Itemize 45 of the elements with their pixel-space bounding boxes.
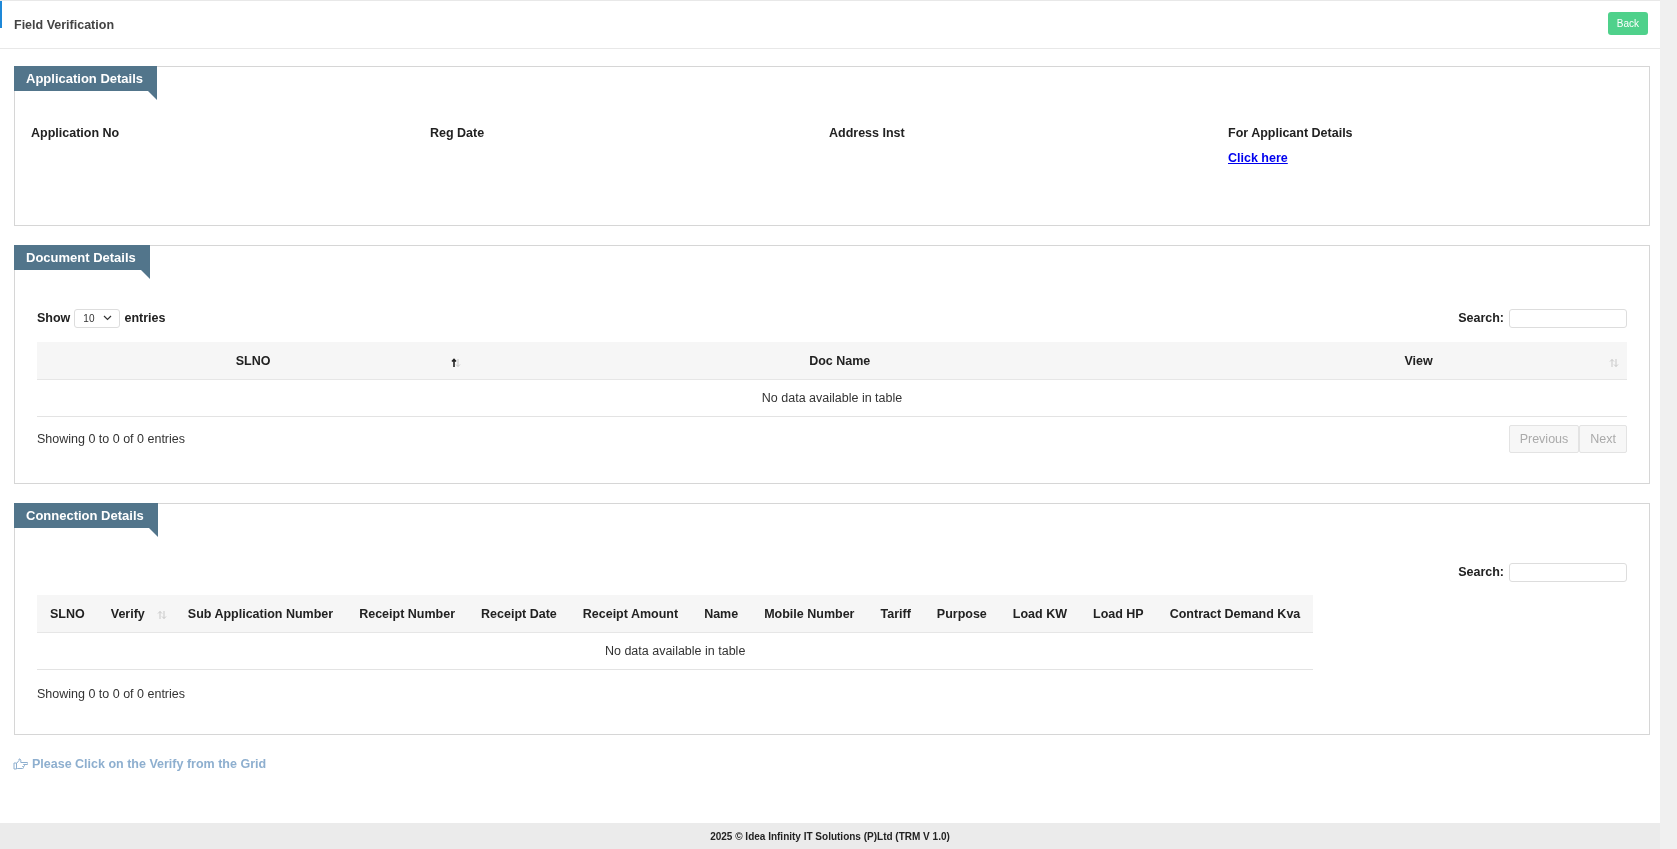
section-title: Connection Details [14,503,158,528]
column-header[interactable]: Receipt Amount [569,595,692,633]
column-header[interactable]: Tariff [867,595,924,633]
empty-table-message: No data available in table [37,632,1314,670]
column-header[interactable]: Name [691,595,752,633]
section-title: Application Details [14,66,158,91]
column-header[interactable]: Receipt Number [346,595,469,633]
column-header[interactable]: Receipt Date [468,595,570,633]
column-header[interactable]: View [1210,342,1627,380]
search-field[interactable] [1509,562,1627,582]
click-here-link[interactable]: Click here [1228,151,1288,165]
column-header[interactable]: Mobile Number [751,595,868,633]
column-header[interactable]: Sub Application Number [174,595,347,633]
column-header[interactable]: Purpose [923,595,1000,633]
column-header[interactable]: SLNO [37,342,470,380]
empty-table-message: No data available in table [37,379,1627,417]
column-header[interactable]: Load KW [999,595,1080,633]
ribbon-fold [148,91,158,100]
table-info: Showing 0 to 0 of 0 entries [37,432,185,446]
column-header[interactable]: Contract Demand Kva [1156,595,1314,633]
page-title: Field Verification [14,17,115,32]
footer-copyright: 2025 © Idea Infinity IT Solutions (P)Ltd (TRM V 1.0) [710,830,950,842]
table-info: Showing 0 to 0 of 0 entries [37,687,185,701]
sort-icon[interactable] [451,358,462,368]
field-label: Application No [31,126,120,140]
hint-text: Please Click on the Verify from the Grid [32,757,267,771]
search-field[interactable] [1509,308,1627,328]
entries-label: entries [124,311,166,325]
ribbon-fold [140,270,150,279]
column-header[interactable]: Load HP [1080,595,1157,633]
field-label: Reg Date [430,126,485,140]
field-label: For Applicant Details [1228,126,1353,140]
chevron-down-icon [103,315,113,321]
section-title: Document Details [14,245,150,270]
search-label: Search: [1458,565,1504,579]
show-label: Show [37,311,71,325]
entries-select[interactable]: 10 [74,308,121,328]
field-label: Address Inst [829,126,905,140]
column-header[interactable]: Doc Name [469,342,1211,380]
column-header[interactable]: SLNO [37,595,98,633]
ribbon-fold [148,528,158,537]
pointing-hand-icon [13,758,28,770]
column-header[interactable]: Verify [97,595,175,633]
search-label: Search: [1458,311,1504,325]
accent-bar [0,1,2,28]
